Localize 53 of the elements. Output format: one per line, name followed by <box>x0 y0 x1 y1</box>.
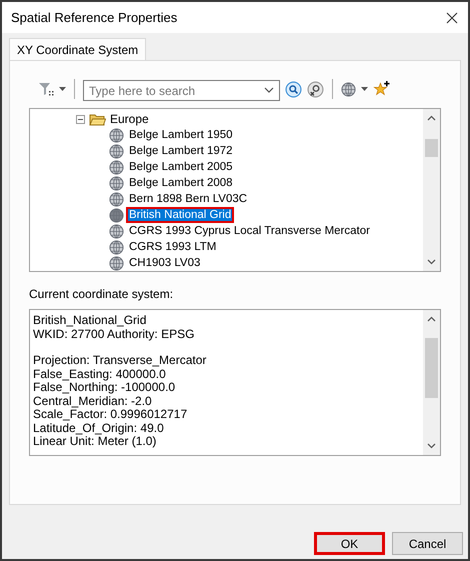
tree-item[interactable]: Bern 1898 Bern LV03C <box>128 193 248 205</box>
detail-line: WKID: 27700 Authority: EPSG <box>33 328 196 341</box>
chevron-down-icon[interactable] <box>264 86 274 92</box>
globe-icon <box>109 144 124 158</box>
detail-line: Central_Meridian: -2.0 <box>33 394 153 408</box>
add-favorite-star-icon[interactable] <box>373 80 390 98</box>
search-icon[interactable] <box>285 80 302 98</box>
cancel-button[interactable]: Cancel <box>392 532 463 555</box>
globe-icon <box>109 224 124 238</box>
scrollbar[interactable] <box>423 109 440 271</box>
tree-item[interactable]: British National Grid <box>128 209 232 221</box>
scroll-down-icon[interactable] <box>427 443 436 449</box>
tree-item[interactable]: CGRS 1993 Cyprus Local Transverse Mercator <box>128 225 371 237</box>
tree-item[interactable]: Europe <box>110 110 149 128</box>
tree-item[interactable]: CH1903 LV03 <box>128 257 202 269</box>
tree-item[interactable]: Belge Lambert 2008 <box>128 177 234 189</box>
globe-icon <box>109 192 124 206</box>
detail-line: British_National_Grid <box>33 314 148 328</box>
tree-item[interactable]: CGRS 1993 LTM <box>128 241 218 253</box>
ok-button[interactable]: OK <box>314 532 385 555</box>
detail-line: Linear Unit: Meter (1.0) <box>33 435 158 448</box>
tree-item[interactable]: Belge Lambert 1950 <box>128 129 234 141</box>
folder-icon <box>89 112 106 126</box>
scrollbar[interactable] <box>423 310 440 455</box>
globe-icon <box>109 256 124 270</box>
dropdown-caret-icon[interactable] <box>59 87 66 91</box>
detail-line: Scale_Factor: 0.9996012717 <box>33 408 188 422</box>
clear-search-icon[interactable] <box>307 80 324 98</box>
globe-icon <box>341 82 356 96</box>
detail-line: Projection: Transverse_Mercator <box>33 354 208 368</box>
current-system-label: Current coordinate system: <box>29 287 174 301</box>
globe-icon <box>109 176 124 190</box>
globe-icon <box>109 160 124 174</box>
detail-line: Latitude_Of_Origin: 49.0 <box>33 422 165 435</box>
detail-line: False_Northing: -100000.0 <box>33 381 176 394</box>
close-icon[interactable] <box>446 12 458 24</box>
collapse-toggle[interactable] <box>76 114 85 124</box>
window-title: Spatial Reference Properties <box>11 8 178 27</box>
scroll-down-icon[interactable] <box>427 259 436 265</box>
globe-icon <box>109 128 124 142</box>
search-field[interactable]: Type here to search <box>83 80 280 101</box>
tab[interactable]: XY Coordinate System <box>9 38 146 60</box>
scroll-up-icon[interactable] <box>427 316 436 322</box>
scroll-up-icon[interactable] <box>427 115 436 121</box>
scroll-thumb[interactable] <box>425 139 438 157</box>
scroll-thumb[interactable] <box>425 338 438 398</box>
tree-item[interactable]: Belge Lambert 2005 <box>128 161 234 173</box>
detail-line: False_Easting: 400000.0 <box>33 368 167 381</box>
globe-icon <box>109 240 124 254</box>
dropdown-caret-icon[interactable] <box>361 87 368 91</box>
tree-item[interactable]: Belge Lambert 1972 <box>128 145 234 157</box>
filter-icon[interactable] <box>38 81 54 97</box>
globe-icon <box>109 208 124 222</box>
